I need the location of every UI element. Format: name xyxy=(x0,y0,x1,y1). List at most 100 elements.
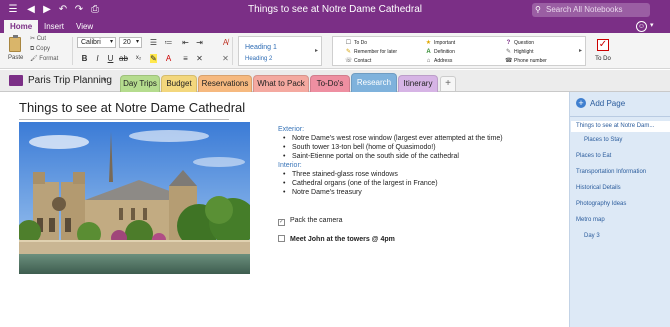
page-item-metro-map[interactable]: Metro map xyxy=(576,217,605,223)
title-bar: ☰ ◀ ▶ ↶ ↷ ⎙ Things to see at Notre Dame … xyxy=(0,0,670,20)
clear-formatting-icon[interactable]: A̸ xyxy=(220,37,231,48)
feedback-smiley-icon[interactable]: ☺ xyxy=(636,21,647,32)
tag-highlight[interactable]: ✎ Highlight xyxy=(505,49,533,56)
font-color-button[interactable]: A xyxy=(163,53,174,64)
tag-label: Highlight xyxy=(514,49,534,55)
tag-todo[interactable]: ☐ To Do xyxy=(345,40,367,47)
definition-icon: A xyxy=(426,49,431,55)
font-size-select[interactable]: 20 ▾ xyxy=(119,37,142,48)
section-tab-budget[interactable]: Budget xyxy=(161,75,197,92)
copy-button[interactable]: ⧉ Copy xyxy=(30,45,50,53)
page-item-photography-ideas[interactable]: Photography Ideas xyxy=(576,201,626,207)
page-item-historical-details[interactable]: Historical Details xyxy=(576,185,621,191)
section-tab-reservations[interactable]: Reservations xyxy=(198,75,252,92)
indent-button[interactable]: ⇥ xyxy=(194,37,205,48)
align-button[interactable]: ≡ xyxy=(180,53,191,64)
chevron-down-icon[interactable]: ▾ xyxy=(103,76,107,84)
tags-gallery: ☐ To Do ✎ Remember for later ☏Contact ★ Imp… xyxy=(332,36,586,66)
page-item-transportation[interactable]: Transportation Information xyxy=(576,169,646,175)
tag-address[interactable]: ⌂ Address xyxy=(425,58,453,65)
phone-icon: ☎ xyxy=(505,58,513,64)
underline-button[interactable]: U xyxy=(105,53,116,64)
tag-important[interactable]: ★ Important xyxy=(425,40,455,47)
page-item-places-to-eat[interactable]: Places to Eat xyxy=(576,153,611,159)
gallery-expand-icon[interactable]: ▸ xyxy=(315,47,318,54)
page-canvas[interactable]: Things to see at Notre Dame Cathedral Ex… xyxy=(0,92,569,327)
tag-label: To Do xyxy=(354,40,368,46)
checkmark-icon: ✓ xyxy=(597,39,609,51)
home-icon: ⌂ xyxy=(426,58,431,64)
outdent-button[interactable]: ⇤ xyxy=(180,37,191,48)
list-item: Saint-Etienne portal on the south side o… xyxy=(278,152,518,161)
numbering-button[interactable]: ≔ xyxy=(163,37,174,48)
close-icon[interactable]: ✕ xyxy=(220,53,231,64)
font-name-select[interactable]: Calibri ▾ xyxy=(77,37,116,48)
page-item-places-to-stay[interactable]: Places to Stay xyxy=(584,137,622,143)
onenote-window: ☰ ◀ ▶ ↶ ↷ ⎙ Things to see at Notre Dame … xyxy=(0,0,670,327)
subscript-button[interactable]: x₂ xyxy=(133,53,144,64)
highlight-color-button[interactable]: ✎ xyxy=(148,53,159,64)
cut-button[interactable]: ✂ Cut xyxy=(30,35,46,43)
strikethrough-button[interactable]: ab xyxy=(118,53,129,64)
highlighter-icon: ✎ xyxy=(505,49,512,55)
cathedral-image xyxy=(19,122,250,274)
tag-label: Definition xyxy=(434,49,455,55)
page-title[interactable]: Things to see at Notre Dame Cathedral xyxy=(19,100,245,115)
search-input[interactable]: ⚲ Search All Notebooks xyxy=(532,3,650,17)
tag-definition[interactable]: A Definition xyxy=(425,49,455,56)
list-item: Three stained-glass rose windows xyxy=(278,170,518,179)
add-page-button[interactable]: + Add Page xyxy=(576,98,625,108)
notre-dame-photo[interactable] xyxy=(19,122,250,274)
checkbox-checked-icon[interactable]: ✓ xyxy=(278,219,285,226)
chevron-down-icon: ▾ xyxy=(135,39,139,45)
styles-gallery[interactable]: Heading 1 Heading 2 ▸ xyxy=(238,36,322,66)
section-tab-research[interactable]: Research xyxy=(351,73,397,93)
todo-item-meet-john[interactable]: Meet John at the towers @ 4pm xyxy=(278,235,395,244)
page-item-notre-dame[interactable]: Things to see at Notre Dam... xyxy=(571,121,670,132)
cut-label: Cut xyxy=(36,36,47,42)
style-heading-1[interactable]: Heading 1 xyxy=(245,44,277,51)
notebook-icon[interactable] xyxy=(9,75,23,86)
tab-home[interactable]: Home xyxy=(4,20,39,33)
copy-icon: ⧉ xyxy=(30,46,35,52)
todo-item-pack-camera[interactable]: ✓ Pack the camera xyxy=(278,216,343,226)
tag-remember[interactable]: ✎ Remember for later xyxy=(345,49,397,56)
title-underline xyxy=(19,119,229,120)
paste-icon[interactable] xyxy=(9,35,21,52)
notebook-name[interactable]: Paris Trip Planning xyxy=(28,75,112,86)
font-name-value: Calibri xyxy=(81,39,101,46)
search-placeholder: Search All Notebooks xyxy=(546,5,623,14)
chevron-down-icon: ▾ xyxy=(109,39,113,45)
delete-button[interactable]: ✕ xyxy=(194,53,205,64)
tag-label: Question xyxy=(514,40,535,46)
section-tab-itinerary[interactable]: Itinerary xyxy=(398,75,438,92)
notes-outline[interactable]: Exterior: Notre Dame's west rose window … xyxy=(278,125,518,197)
section-tab-what-to-pack[interactable]: What to Pack xyxy=(253,75,309,92)
italic-button[interactable]: I xyxy=(92,53,103,64)
divider xyxy=(232,37,233,65)
checkbox-icon: ☐ xyxy=(345,40,352,46)
tag-label: Contact xyxy=(354,58,372,64)
style-heading-2[interactable]: Heading 2 xyxy=(245,56,272,62)
bold-button[interactable]: B xyxy=(79,53,90,64)
format-painter-button[interactable]: 🖌 Format xyxy=(30,55,58,63)
tag-label: Phone number xyxy=(514,58,547,64)
section-tab-todos[interactable]: To-Do's xyxy=(310,75,350,92)
tag-question[interactable]: ? Question xyxy=(505,40,534,47)
tab-view[interactable]: View xyxy=(70,20,99,33)
tag-contact[interactable]: ☏Contact xyxy=(345,58,371,65)
add-section-button[interactable]: + xyxy=(440,76,456,91)
section-tab-day-trips[interactable]: Day Trips xyxy=(120,75,160,92)
chevron-down-icon[interactable]: ▾ xyxy=(650,21,654,29)
paste-button[interactable]: Paste xyxy=(8,55,23,61)
list-item: Notre Dame's treasury xyxy=(278,188,518,197)
tab-insert[interactable]: Insert xyxy=(38,20,70,33)
page-item-day-3[interactable]: Day 3 xyxy=(584,233,600,239)
checkbox-icon[interactable] xyxy=(278,235,285,242)
tag-phone[interactable]: ☎ Phone number xyxy=(505,58,547,65)
todo-tag-button[interactable]: ✓ To Do xyxy=(592,36,614,66)
bullets-button[interactable]: ☰ xyxy=(148,37,159,48)
gallery-expand-icon[interactable]: ▸ xyxy=(579,47,582,54)
interior-header: Interior: xyxy=(278,162,302,169)
list-item: Cathedral organs (one of the largest in … xyxy=(278,179,518,188)
